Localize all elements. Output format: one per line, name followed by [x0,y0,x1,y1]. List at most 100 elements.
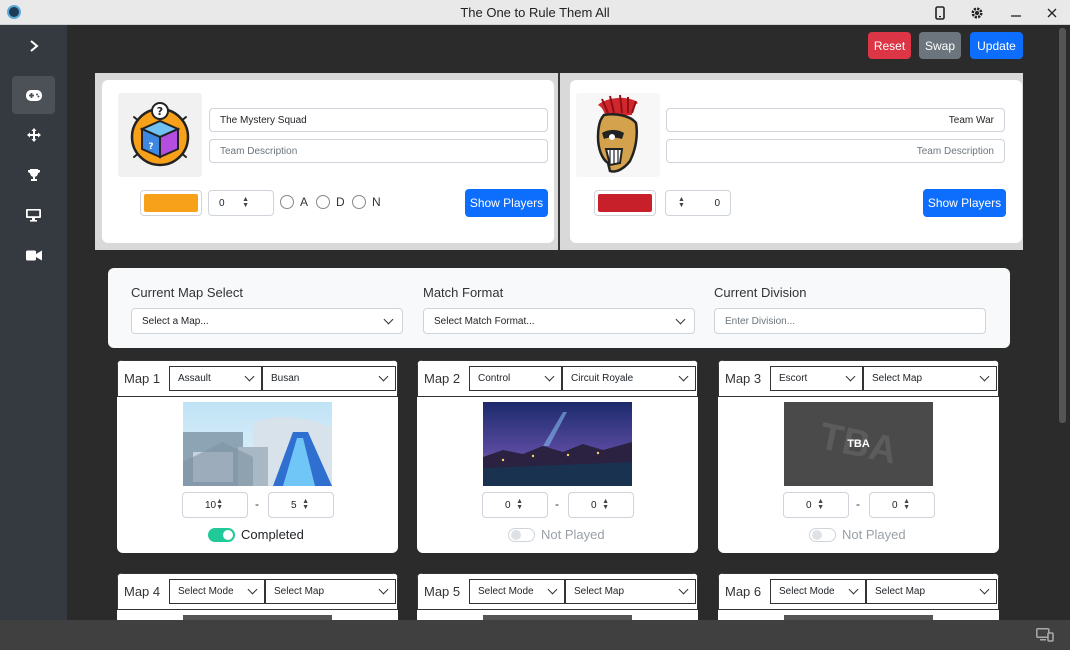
vertical-scrollbar[interactable] [1055,25,1070,620]
team2-name-input[interactable]: Team War [666,108,1005,132]
score-separator: - [856,497,860,511]
team2-show-players-button[interactable]: Show Players [923,189,1006,217]
team1-score-value: 0 [219,197,225,209]
map2-team1-score[interactable]: 0 ▲ ▼ [482,492,548,518]
scrollbar-thumb[interactable] [1059,28,1066,423]
map4-mode-select[interactable]: Select Mode [169,579,265,604]
map2-completed-toggle[interactable] [508,528,535,542]
map1-mode-select[interactable]: Assault [169,366,262,391]
team2-score-input[interactable]: ▲ ▼ 0 [665,190,731,216]
team2-score-spinner-icon[interactable]: ▲ ▼ [678,196,685,209]
update-button[interactable]: Update [970,32,1023,59]
map5-mode-select[interactable]: Select Mode [469,579,565,604]
trophy-icon[interactable] [12,156,55,194]
spinner-icon[interactable]: ▲ ▼ [302,498,309,511]
map2-mode-value: Control [478,373,511,384]
chevron-down-icon [979,371,990,382]
radio-a-label: A [300,195,309,209]
map4-map-select[interactable]: Select Map [265,579,396,604]
map1-score2-value: 5 [291,499,297,511]
map2-map-select[interactable]: Circuit Royale [562,366,696,391]
team1-name-input[interactable]: The Mystery Squad [209,108,548,132]
chevron-down-icon [979,584,990,595]
move-arrows-icon[interactable] [12,116,55,154]
current-division-input[interactable]: Enter Division... [714,308,986,334]
swap-button[interactable]: Swap [919,32,961,59]
current-map-select[interactable]: Select a Map... [131,308,403,334]
map3-map-select[interactable]: Select Map [863,366,997,391]
map1-header: Map 1 Assault Busan [117,360,398,397]
spinner-icon[interactable]: ▲ ▼ [516,498,523,511]
map5-map-select[interactable]: Select Map [565,579,696,604]
map2-team2-score[interactable]: 0 ▲ ▼ [568,492,634,518]
spinner-icon[interactable]: ▲ ▼ [216,498,223,511]
mobile-icon[interactable] [922,0,958,25]
map6-map-value: Select Map [875,586,926,597]
team1-score-spinner-icon[interactable]: ▲ ▼ [242,196,249,209]
map2-label: Map 2 [424,371,461,386]
teams-panel: ? ? The Mystery Squad Team Description 0… [95,73,1023,250]
radio-d-label: D [336,195,345,209]
map1-card: Map 1 Assault Busan 10 ▲ ▼ - 5 ▲ ▼ Complet… [117,360,398,553]
map3-completed-toggle[interactable] [809,528,836,542]
display-devices-icon[interactable] [1036,628,1054,645]
map3-team2-score[interactable]: 0 ▲ ▼ [869,492,935,518]
match-format-select[interactable]: Select Match Format... [423,308,695,334]
spinner-icon[interactable]: ▲ ▼ [817,498,824,511]
map6-label: Map 6 [725,584,762,599]
tba-label: TBA [847,438,870,450]
team2-color-picker[interactable] [594,190,656,216]
map1-mode-value: Assault [178,373,211,384]
chevron-down-icon [378,371,389,382]
map3-label: Map 3 [725,371,762,386]
chevron-down-icon [383,314,394,324]
team1-show-players-button[interactable]: Show Players [465,189,548,217]
map1-team2-score[interactable]: 5 ▲ ▼ [268,492,334,518]
minimize-icon[interactable] [998,0,1034,25]
spinner-icon[interactable]: ▲ ▼ [903,498,910,511]
map1-team1-score[interactable]: 10 ▲ ▼ [182,492,248,518]
team1-radio-a[interactable]: A [280,195,308,209]
close-icon[interactable] [1034,0,1070,25]
team1-radio-n[interactable]: N [352,195,381,209]
map1-completed-toggle[interactable] [208,528,235,542]
spinner-icon[interactable]: ▲ ▼ [602,498,609,511]
map3-mode-select[interactable]: Escort [770,366,863,391]
sidebar [0,25,67,620]
chevron-down-icon [845,371,856,382]
chevron-down-icon [678,371,689,382]
gamepad-icon[interactable] [12,76,55,114]
map1-label: Map 1 [124,371,161,386]
video-camera-icon[interactable] [12,236,55,274]
team2-score-value: 0 [714,197,720,209]
map4-card: Map 4 Select Mode Select Map [117,573,398,620]
monitor-icon[interactable] [12,196,55,234]
map6-map-select[interactable]: Select Map [866,579,997,604]
map5-mode-value: Select Mode [478,586,534,597]
score-separator: - [555,497,559,511]
chevron-down-icon [848,584,859,595]
map2-mode-select[interactable]: Control [469,366,562,391]
map2-header: Map 2 Control Circuit Royale [417,360,698,397]
chevron-down-icon [544,371,555,382]
team2-description-input[interactable]: Team Description [666,139,1005,163]
radio-n-label: N [372,195,381,209]
map3-team1-score[interactable]: 0 ▲ ▼ [783,492,849,518]
team1-description-input[interactable]: Team Description [209,139,548,163]
map5-map-value: Select Map [574,586,625,597]
chevron-down-icon [547,584,558,595]
map6-mode-select[interactable]: Select Mode [770,579,866,604]
team1-color-picker[interactable] [140,190,202,216]
svg-text:?: ? [157,105,163,118]
circuit-royale-map-image [483,402,632,486]
map1-map-select[interactable]: Busan [262,366,396,391]
team1-score-input[interactable]: 0 ▲ ▼ [208,190,274,216]
map5-card: Map 5 Select Mode Select Map [417,573,698,620]
chevron-down-icon [378,584,389,595]
expand-sidebar-chevron-icon[interactable] [12,27,55,65]
toggle-knob [812,530,822,540]
settings-gear-icon[interactable] [959,0,995,25]
map3-mode-value: Escort [779,373,808,384]
team1-radio-d[interactable]: D [316,195,345,209]
reset-button[interactable]: Reset [868,32,911,59]
